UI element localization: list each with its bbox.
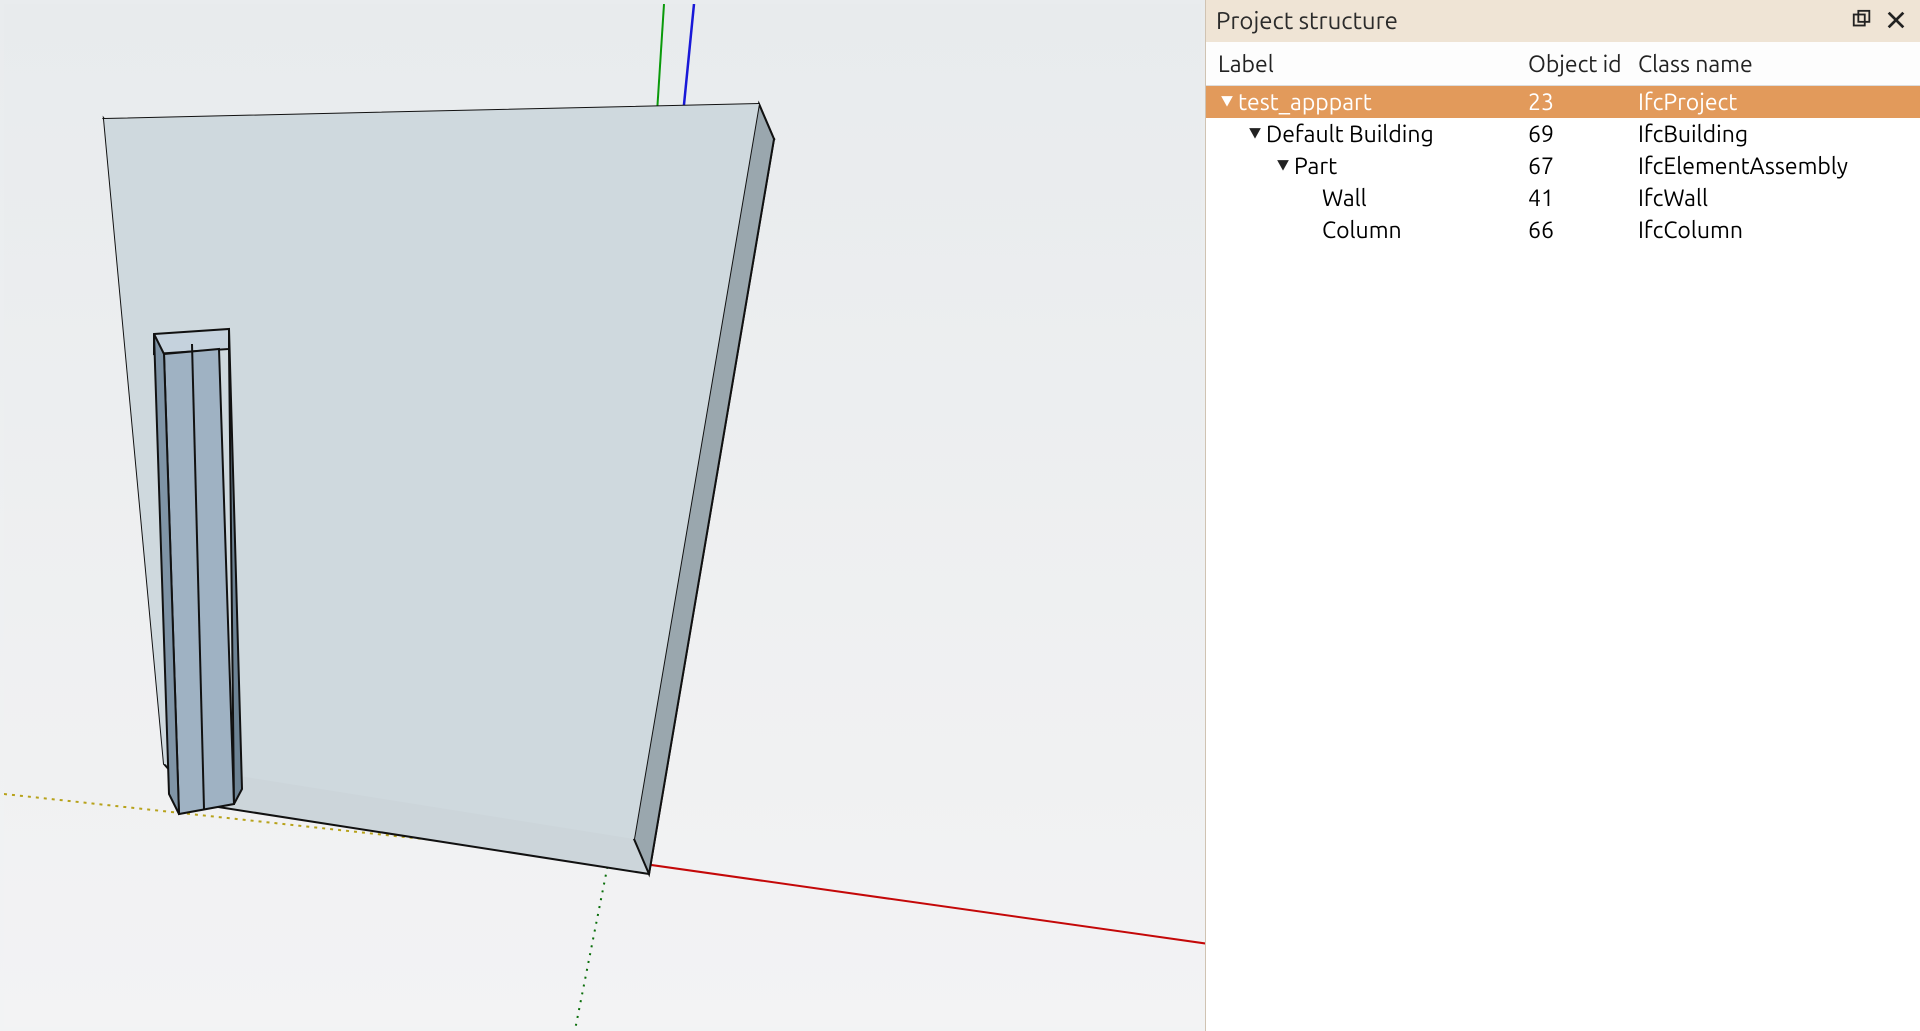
tree-row-class: IfcBuilding xyxy=(1638,122,1908,147)
tree-row-object-id: 66 xyxy=(1528,218,1638,243)
tree-row[interactable]: Wall 41IfcWall xyxy=(1206,182,1920,214)
tree-row-label: test_apppart xyxy=(1238,90,1372,115)
tree-row-label: Part xyxy=(1294,154,1337,179)
close-icon[interactable] xyxy=(1882,6,1910,34)
expand-icon[interactable] xyxy=(1246,127,1264,141)
tree-row-object-id: 67 xyxy=(1528,154,1638,179)
tree-header: Label Object id Class name xyxy=(1206,42,1920,86)
tree-row-class: IfcElementAssembly xyxy=(1638,154,1908,179)
tree-row-class: IfcProject xyxy=(1638,90,1908,115)
tree-row[interactable]: Part 67IfcElementAssembly xyxy=(1206,150,1920,182)
panel-title: Project structure xyxy=(1216,7,1842,34)
expand-icon[interactable] xyxy=(1274,159,1292,173)
tree-row-class: IfcColumn xyxy=(1638,218,1908,243)
viewport-3d[interactable] xyxy=(0,0,1205,1031)
tree-row[interactable]: Column 66IfcColumn xyxy=(1206,214,1920,246)
viewport-canvas[interactable] xyxy=(4,4,1201,1027)
tree-row-label: Default Building xyxy=(1266,122,1434,147)
expand-icon[interactable] xyxy=(1218,95,1236,109)
tree-body[interactable]: test_apppart 23IfcProject Default Building… xyxy=(1206,86,1920,1031)
col-header-label[interactable]: Label xyxy=(1218,52,1528,77)
col-header-class-name[interactable]: Class name xyxy=(1638,52,1908,77)
tree-row-object-id: 23 xyxy=(1528,90,1638,115)
app-root: Project structure Label Object id Class … xyxy=(0,0,1920,1031)
tree-row[interactable]: Default Building 69IfcBuilding xyxy=(1206,118,1920,150)
tree-row-object-id: 41 xyxy=(1528,186,1638,211)
project-structure-panel: Project structure Label Object id Class … xyxy=(1205,0,1920,1031)
tree-row-label: Wall xyxy=(1322,186,1367,211)
col-header-object-id[interactable]: Object id xyxy=(1528,52,1638,77)
tree-row-class: IfcWall xyxy=(1638,186,1908,211)
axis-z-neg xyxy=(574,859,609,1031)
undock-icon[interactable] xyxy=(1848,6,1876,34)
panel-header: Project structure xyxy=(1206,0,1920,42)
scene-svg xyxy=(4,4,1205,1031)
tree-row-label: Column xyxy=(1322,218,1402,243)
tree-row-object-id: 69 xyxy=(1528,122,1638,147)
tree-row[interactable]: test_apppart 23IfcProject xyxy=(1206,86,1920,118)
axis-x xyxy=(609,859,1205,944)
